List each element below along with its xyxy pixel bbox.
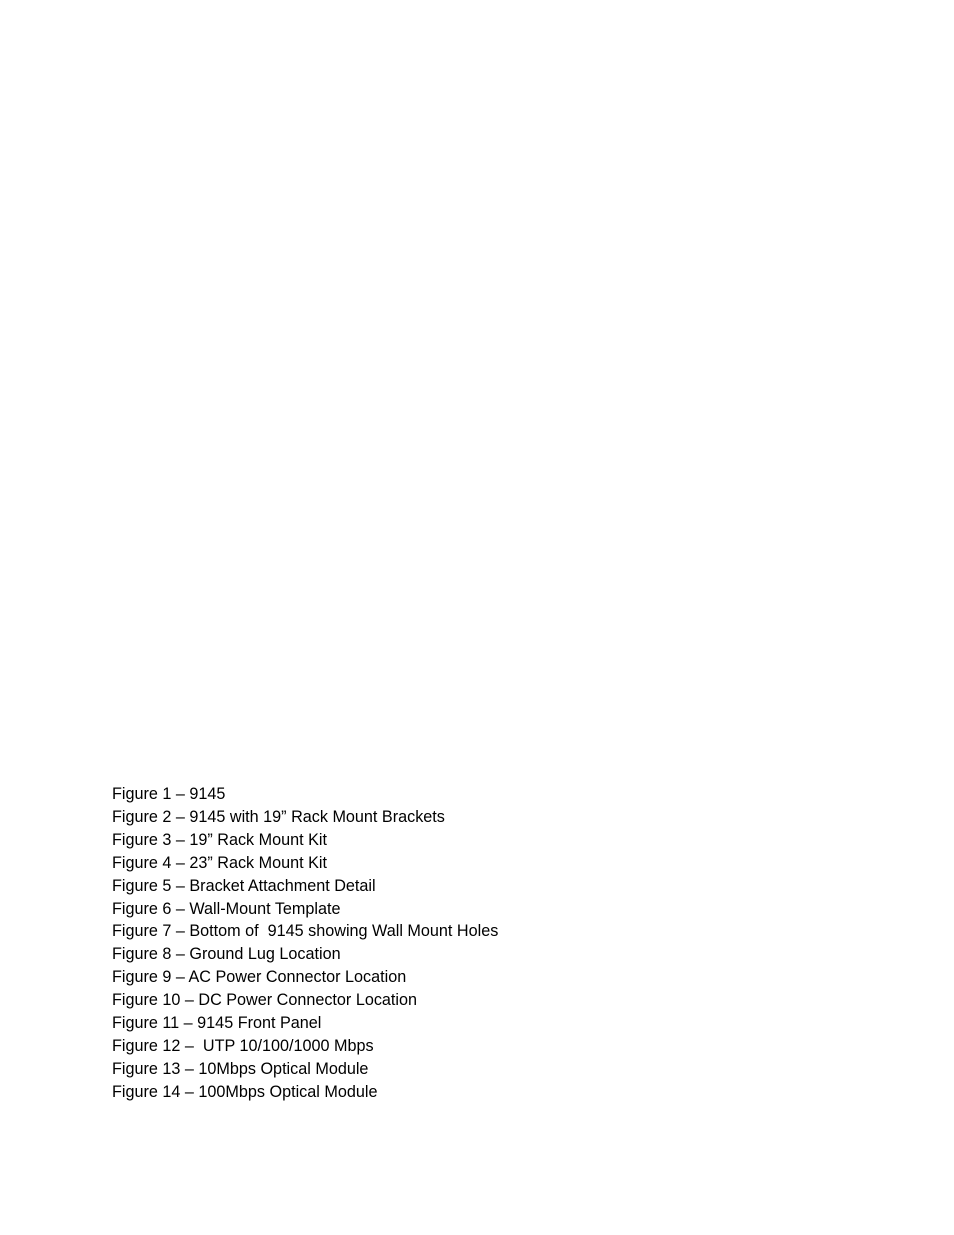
figure-entry-7: Figure 7 – Bottom of 9145 showing Wall M… — [112, 922, 499, 941]
figure-entry-3: Figure 3 – 19” Rack Mount Kit — [112, 830, 328, 849]
figure-entry-8: Figure 8 – Ground Lug Location — [112, 945, 341, 964]
figure-entry-6: Figure 6 – Wall-Mount Template — [112, 899, 341, 918]
document-page: Figure 1 – 9145 Figure 2 – 9145 with 19”… — [0, 0, 954, 1235]
figure-entry-12: Figure 12 – UTP 10/100/1000 Mbps — [112, 1036, 374, 1055]
figure-entry-4: Figure 4 – 23” Rack Mount Kit — [112, 853, 328, 872]
figure-entry-14: Figure 14 – 100Mbps Optical Module — [112, 1082, 378, 1101]
figure-entry-5: Figure 5 – Bracket Attachment Detail — [112, 876, 376, 895]
figure-entry-11: Figure 11 – 9145 Front Panel — [112, 1014, 322, 1033]
figure-entry-13: Figure 13 – 10Mbps Optical Module — [112, 1059, 369, 1078]
figure-entry-10: Figure 10 – DC Power Connector Location — [112, 991, 418, 1010]
figure-entry-2: Figure 2 – 9145 with 19” Rack Mount Brac… — [112, 807, 445, 826]
figure-entry-9: Figure 9 – AC Power Connector Location — [112, 968, 407, 987]
list-of-figures: Figure 1 – 9145 Figure 2 – 9145 with 19”… — [112, 783, 498, 1104]
figure-entry-1: Figure 1 – 9145 — [112, 785, 226, 803]
